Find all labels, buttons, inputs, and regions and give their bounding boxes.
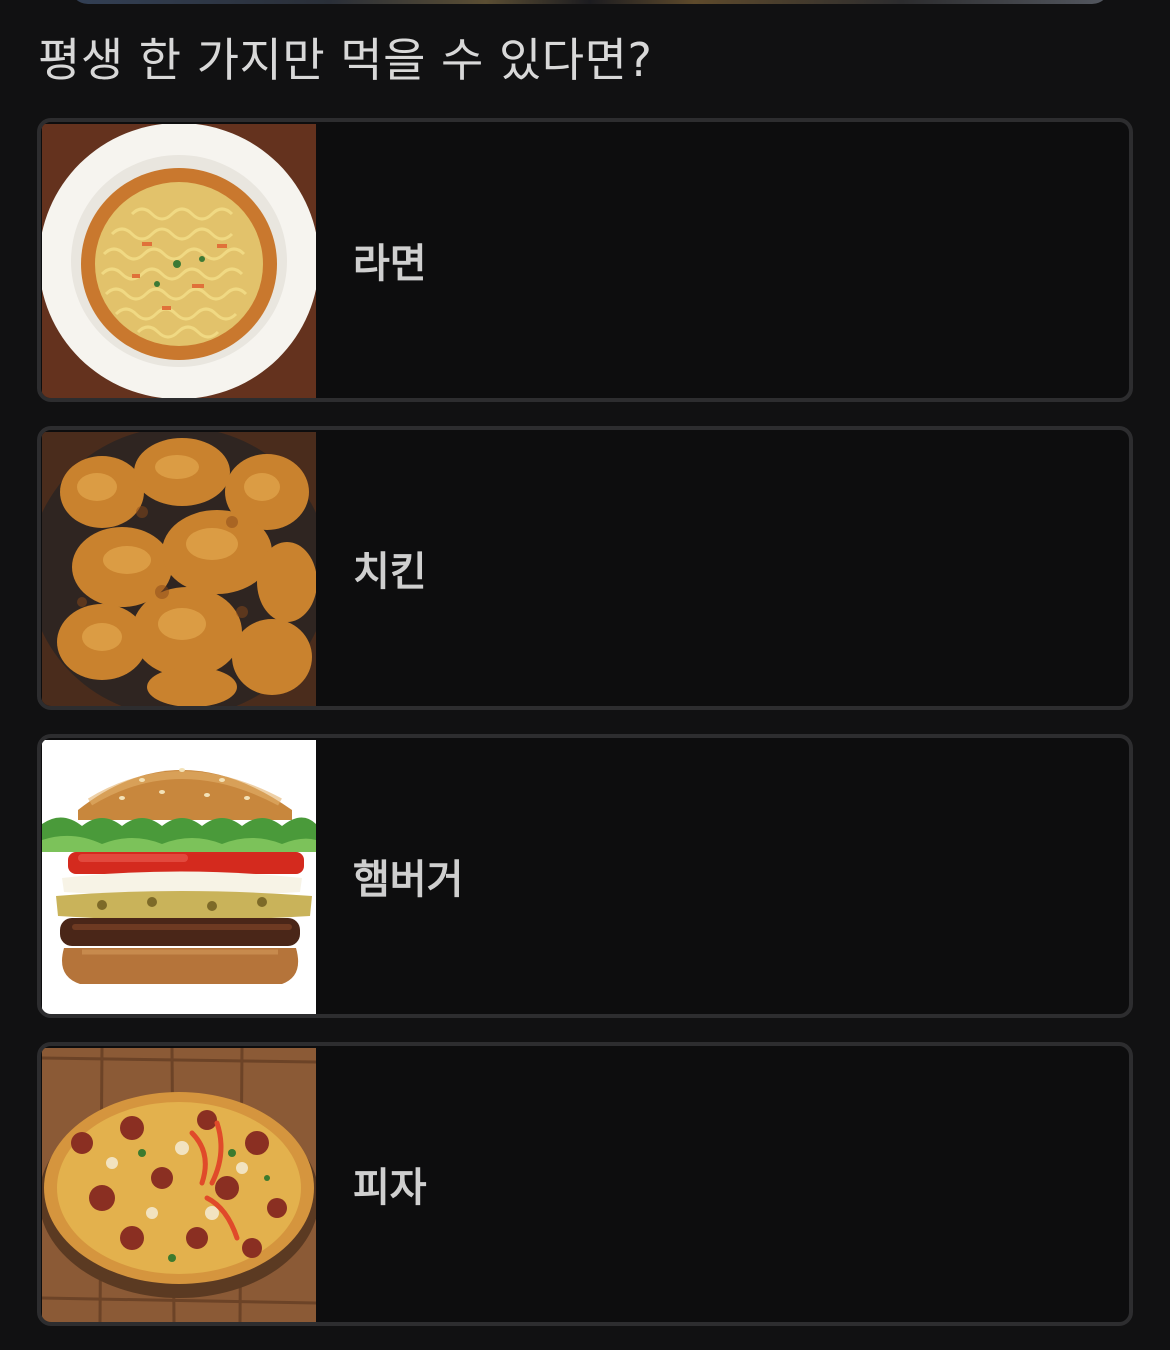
option-label: 라면 [353, 241, 427, 287]
poll-page: 평생 한 가지만 먹을 수 있다면? 라면 치킨 햄버거 피자 [0, 0, 1170, 1350]
hamburger-image [42, 740, 316, 1014]
option-label: 치킨 [353, 549, 427, 595]
ramen-image [42, 124, 316, 398]
pizza-image [42, 1048, 316, 1322]
poll-option-pizza[interactable]: 피자 [37, 1042, 1133, 1326]
poll-question: 평생 한 가지만 먹을 수 있다면? [38, 33, 653, 87]
option-label: 햄버거 [353, 857, 464, 903]
previous-image-edge [70, 0, 1110, 4]
option-label: 피자 [353, 1165, 427, 1211]
poll-option-chicken[interactable]: 치킨 [37, 426, 1133, 710]
poll-options: 라면 치킨 햄버거 피자 [37, 118, 1133, 1350]
poll-option-ramen[interactable]: 라면 [37, 118, 1133, 402]
fried-chicken-image [42, 432, 316, 706]
poll-option-hamburger[interactable]: 햄버거 [37, 734, 1133, 1018]
